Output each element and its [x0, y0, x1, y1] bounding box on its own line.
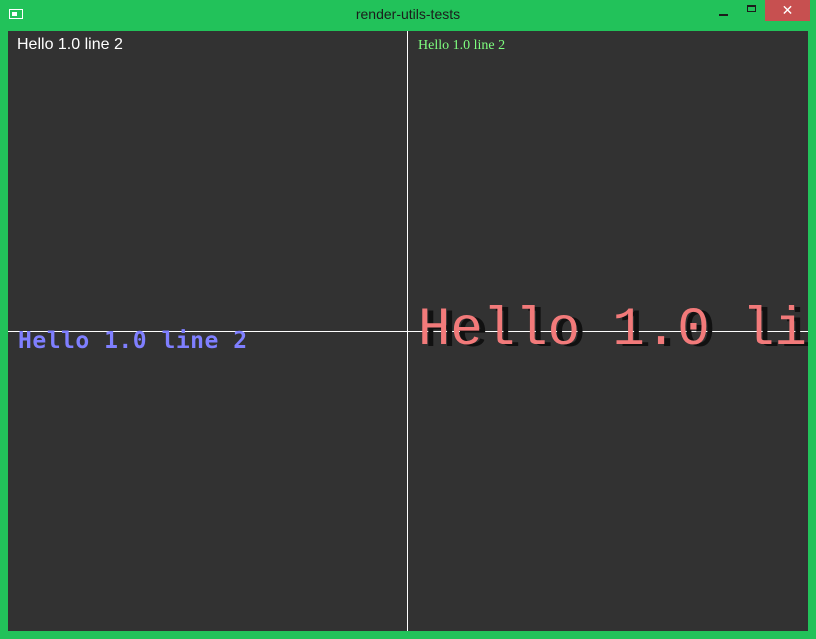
text-top-left: Hello 1.0 line 2	[17, 36, 123, 53]
minimize-button[interactable]	[710, 0, 736, 21]
close-button[interactable]: ✕	[765, 0, 810, 21]
text-top-right: Hello 1.0 line 2	[418, 38, 506, 53]
app-window: render-utils-tests ✕ Hello 1.0 line 2 He…	[0, 0, 816, 639]
minimize-icon	[718, 13, 728, 16]
close-icon: ✕	[781, 2, 794, 19]
text-center-left: Hello 1.0 line 2	[18, 328, 248, 354]
text-center-right: Hello 1.0 line 2	[418, 300, 808, 361]
title-bar[interactable]: render-utils-tests ✕	[0, 0, 816, 30]
maximize-icon	[746, 5, 756, 12]
render-canvas[interactable]: Hello 1.0 line 2 Hello 1.0 line 2 Hello …	[8, 31, 808, 631]
window-title: render-utils-tests	[355, 6, 461, 22]
maximize-button[interactable]	[738, 0, 764, 21]
